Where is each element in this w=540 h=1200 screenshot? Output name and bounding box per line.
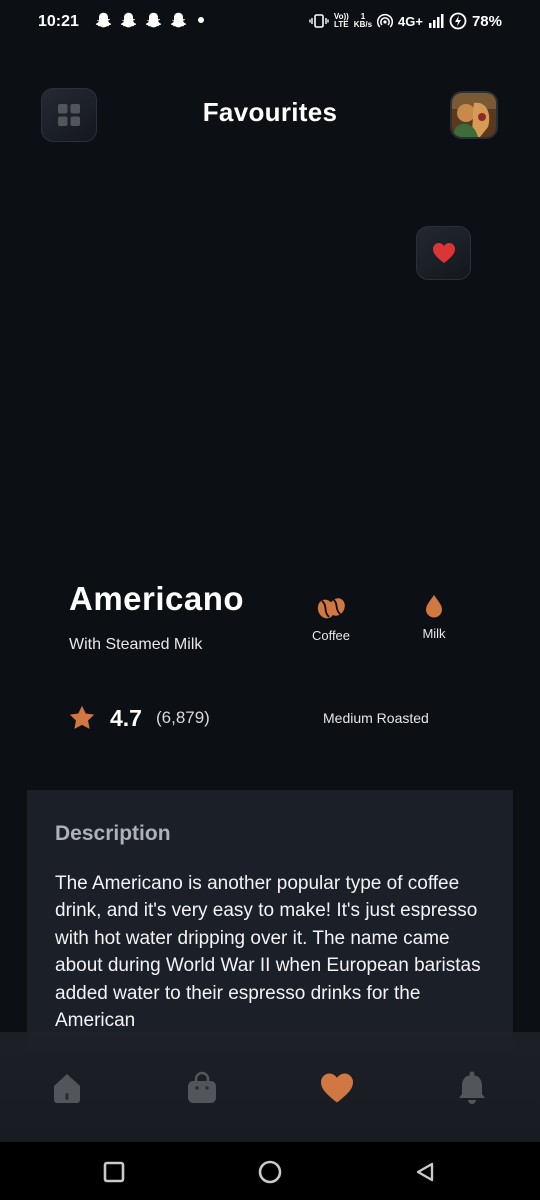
rating-count: (6,879) bbox=[155, 708, 210, 727]
volte-indicator: Vo)) LTE bbox=[333, 12, 349, 29]
heart-icon bbox=[432, 243, 455, 263]
nav-favourites[interactable] bbox=[317, 1068, 357, 1108]
nav-notifications[interactable] bbox=[452, 1068, 492, 1108]
heart-icon bbox=[321, 1073, 353, 1103]
home-button[interactable] bbox=[258, 1160, 282, 1184]
chip-coffee: Coffee bbox=[301, 592, 361, 643]
circle-icon bbox=[258, 1160, 282, 1184]
chip-label: Milk bbox=[422, 626, 446, 641]
square-icon bbox=[103, 1161, 125, 1183]
snapchat-icon bbox=[145, 12, 162, 28]
description-panel: Description The Americano is another pop… bbox=[27, 790, 513, 1050]
bag-icon bbox=[188, 1071, 216, 1103]
battery-charging-icon bbox=[449, 12, 467, 30]
avatar[interactable] bbox=[450, 91, 498, 139]
avatar-image bbox=[452, 93, 496, 137]
chip-label: Coffee bbox=[311, 628, 351, 643]
nav-home[interactable] bbox=[47, 1068, 87, 1108]
network-speed: 1 KB/s bbox=[353, 12, 373, 29]
vibrate-icon bbox=[309, 14, 329, 28]
snapchat-icon bbox=[120, 12, 137, 28]
coffee-bean-icon bbox=[317, 598, 345, 619]
recents-button[interactable] bbox=[102, 1160, 126, 1184]
description-title: Description bbox=[55, 822, 171, 845]
product-name: Americano bbox=[69, 580, 245, 617]
home-icon bbox=[54, 1074, 80, 1103]
network-type: 4G+ bbox=[398, 13, 423, 29]
roast-level: Medium Roasted bbox=[323, 710, 429, 726]
snapchat-icon bbox=[95, 12, 112, 28]
app-screen: 10:21 Vo)) LTE 1 KB/s 4G+ 78% Favourites… bbox=[0, 0, 540, 1200]
description-text: The Americano is another popular type of… bbox=[55, 873, 481, 1032]
rating-value: 4.7 bbox=[110, 704, 142, 731]
nav-cart[interactable] bbox=[182, 1068, 222, 1108]
more-notifications-dot bbox=[198, 17, 204, 23]
battery-percent: 78% bbox=[471, 12, 502, 30]
chip-milk: Milk bbox=[410, 590, 458, 641]
rating: 4.7 (6,879) bbox=[68, 704, 210, 732]
hotspot-icon bbox=[377, 13, 394, 28]
signal-icon bbox=[428, 14, 444, 28]
back-triangle-icon bbox=[416, 1162, 434, 1182]
status-indicators: Vo)) LTE 1 KB/s 4G+ 78% bbox=[309, 12, 502, 30]
star-icon bbox=[69, 705, 95, 729]
back-button[interactable] bbox=[413, 1160, 437, 1184]
snapchat-icon bbox=[170, 12, 187, 28]
favourite-button[interactable] bbox=[416, 226, 471, 280]
bell-icon bbox=[459, 1071, 485, 1104]
milk-drop-icon bbox=[426, 595, 442, 618]
product-subtitle: With Steamed Milk bbox=[69, 636, 203, 653]
notification-icons bbox=[94, 11, 204, 29]
status-time: 10:21 bbox=[38, 13, 79, 30]
status-bar: 10:21 Vo)) LTE 1 KB/s 4G+ 78% bbox=[0, 0, 540, 46]
